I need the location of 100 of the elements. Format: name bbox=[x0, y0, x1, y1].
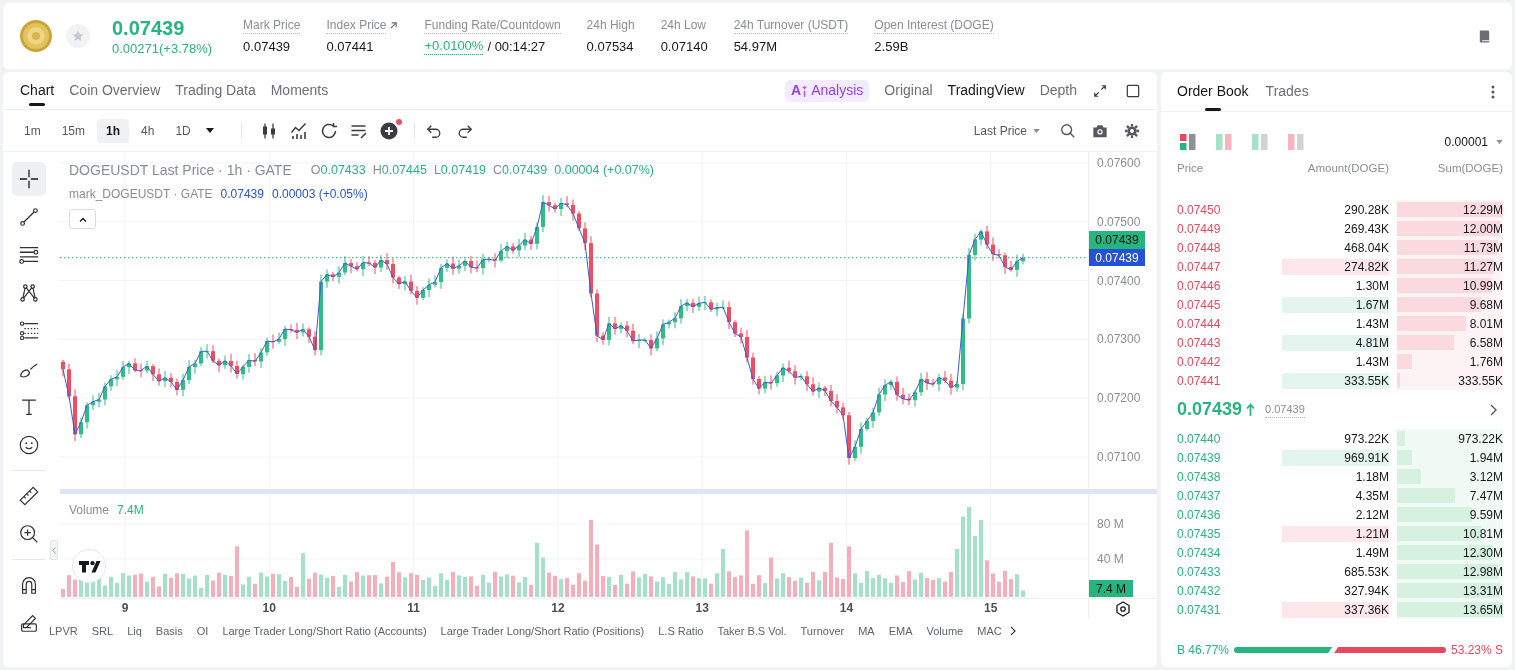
last-trade-price: 0.07439 bbox=[1177, 398, 1243, 421]
crosshair-icon[interactable] bbox=[12, 162, 46, 196]
chevron-right-icon[interactable] bbox=[1009, 626, 1016, 636]
bid-price: 0.07438 bbox=[1177, 468, 1222, 486]
indicator-tab[interactable]: LPVR bbox=[49, 622, 78, 640]
indicator-tab[interactable]: SRL bbox=[91, 622, 114, 640]
bid-amount: 2.12M bbox=[1354, 506, 1389, 523]
indicator-tab[interactable]: L.S Ratio bbox=[658, 622, 704, 640]
ask-sum: 9.68M bbox=[1469, 296, 1503, 314]
indicator-tab[interactable]: MAC bbox=[977, 622, 1002, 640]
stat-label: Funding Rate/Countdown bbox=[424, 17, 561, 34]
collapse-button[interactable] bbox=[69, 209, 96, 229]
chart-legend-title: DOGEUSDT Last Price · 1h · GATE bbox=[69, 160, 292, 180]
settings-icon[interactable] bbox=[1124, 122, 1140, 139]
parallel-lines-icon[interactable] bbox=[18, 244, 40, 266]
indicator-tab[interactable]: Liq bbox=[127, 622, 142, 640]
view-tab[interactable]: Depth bbox=[1039, 80, 1077, 101]
view-tab[interactable]: Original bbox=[884, 80, 933, 101]
bid-sum: 9.59M bbox=[1469, 506, 1503, 524]
coin-icon bbox=[20, 20, 52, 52]
price-change: 0.00004 (+0.07%) bbox=[554, 161, 654, 179]
mixed-columns-icon[interactable] bbox=[1180, 134, 1196, 150]
indicator-tab[interactable]: Volume bbox=[926, 622, 964, 640]
ask-sum: 10.99M bbox=[1462, 277, 1503, 295]
ask-amount: 1.43M bbox=[1354, 315, 1389, 332]
mark-price: 0.07439 bbox=[1265, 400, 1305, 419]
more-icon[interactable] bbox=[1491, 84, 1495, 99]
expand-icon[interactable] bbox=[1093, 83, 1107, 98]
chevron-right-icon[interactable] bbox=[1490, 403, 1497, 416]
price-source-dropdown[interactable]: Last Price bbox=[973, 121, 1040, 140]
bid-sum: 1.94M bbox=[1469, 449, 1503, 467]
time-axis-label: 14 bbox=[839, 601, 854, 615]
interval-tab[interactable]: 1h bbox=[97, 118, 130, 143]
book-icon[interactable] bbox=[1477, 28, 1492, 44]
bid-amount: 4.35M bbox=[1354, 487, 1389, 504]
bid-price: 0.07435 bbox=[1177, 525, 1222, 543]
chart-tab[interactable]: Moments bbox=[270, 72, 329, 109]
collapse-handle[interactable] bbox=[50, 540, 58, 560]
indicator-tab[interactable]: Basis bbox=[155, 622, 183, 640]
bid-price: 0.07440 bbox=[1177, 430, 1222, 448]
chart-tab[interactable]: Chart bbox=[20, 72, 55, 109]
square-icon[interactable] bbox=[1126, 83, 1140, 98]
dotted-lines-icon[interactable] bbox=[18, 320, 40, 342]
zigzag-pattern-icon[interactable] bbox=[18, 282, 40, 304]
interval-tab[interactable]: 1D bbox=[166, 118, 200, 143]
indicator-tab[interactable]: Turnover bbox=[800, 622, 845, 640]
precision-dropdown[interactable]: 0.00001 bbox=[1444, 133, 1503, 151]
indicator-tab[interactable]: Large Trader Long/Short Ratio (Accounts) bbox=[222, 622, 427, 640]
trend-line-icon[interactable] bbox=[18, 206, 40, 228]
smiley-icon[interactable] bbox=[18, 434, 40, 456]
refresh-icon[interactable] bbox=[319, 121, 338, 140]
pencil-box-icon[interactable] bbox=[18, 612, 40, 634]
ask-sum: 12.29M bbox=[1462, 201, 1503, 219]
volume-value: 7.4M bbox=[117, 502, 144, 519]
view-tab[interactable]: TradingView bbox=[947, 80, 1025, 101]
ask-sum: 11.27M bbox=[1463, 258, 1503, 276]
ask-price: 0.07445 bbox=[1177, 296, 1222, 314]
time-axis-label: 13 bbox=[695, 601, 709, 615]
order-book-tab[interactable]: Order Book bbox=[1177, 72, 1249, 111]
mark-legend-value: 0.07439 bbox=[220, 186, 264, 203]
stat-label: Open Interest (DOGE) bbox=[874, 17, 994, 34]
price-axis-label: 0.07100 bbox=[1097, 450, 1141, 464]
camera-icon[interactable] bbox=[1092, 122, 1108, 139]
indicator-tab[interactable]: Large Trader Long/Short Ratio (Positions) bbox=[440, 622, 645, 640]
order-book-tab[interactable]: Trades bbox=[1265, 72, 1309, 111]
stat-label: Index Price bbox=[326, 17, 387, 34]
sell-ratio: 53.23% S bbox=[1450, 642, 1503, 659]
interval-tab[interactable]: 1m bbox=[15, 118, 50, 143]
ask-amount: 274.82K bbox=[1282, 258, 1389, 275]
chevron-left-icon bbox=[52, 546, 56, 554]
interval-tab[interactable]: 15m bbox=[52, 118, 94, 143]
sparkle-icon bbox=[802, 84, 808, 97]
arrow-up-right-icon[interactable] bbox=[389, 21, 399, 30]
time-axis-label: 9 bbox=[121, 601, 129, 615]
mark-legend-change: 0.00003 (+0.05%) bbox=[271, 186, 368, 203]
ask-amount: 290.28K bbox=[1343, 201, 1389, 218]
ohlc-value: C0.07439 bbox=[493, 161, 548, 179]
ask-amount: 1.67M bbox=[1282, 296, 1389, 313]
indicator-tab[interactable]: Taker B.S Vol. bbox=[717, 622, 787, 640]
search-icon[interactable] bbox=[1060, 122, 1076, 139]
ai-analysis-button[interactable]: A Analysis bbox=[785, 79, 870, 102]
chart-tab[interactable]: Trading Data bbox=[175, 72, 256, 109]
indicator-tab[interactable]: MA bbox=[858, 622, 875, 640]
indicator-tab[interactable]: OI bbox=[196, 622, 209, 640]
indicator-tab[interactable]: EMA bbox=[888, 622, 913, 640]
stat-value: 0.07439 bbox=[243, 38, 291, 55]
ruler-icon[interactable] bbox=[18, 485, 40, 507]
column-header: Sum(DOGE) bbox=[1436, 161, 1503, 177]
interval-tab[interactable]: 4h bbox=[132, 118, 164, 143]
ask-amount: 1.43M bbox=[1354, 353, 1389, 370]
settings-icon[interactable] bbox=[1115, 601, 1131, 617]
time-axis-label: 12 bbox=[551, 601, 565, 615]
zoom-in-icon[interactable] bbox=[18, 523, 40, 545]
price-axis-label: 0.07600 bbox=[1097, 156, 1141, 170]
chart-tab[interactable]: Coin Overview bbox=[69, 72, 161, 109]
ask-amount: 333.55K bbox=[1282, 372, 1389, 389]
stat-value: +0.0100% bbox=[424, 38, 484, 55]
line-chart-icon[interactable] bbox=[289, 121, 308, 140]
plus-circle-icon[interactable] bbox=[379, 121, 398, 140]
caret-down-icon[interactable] bbox=[205, 128, 214, 133]
